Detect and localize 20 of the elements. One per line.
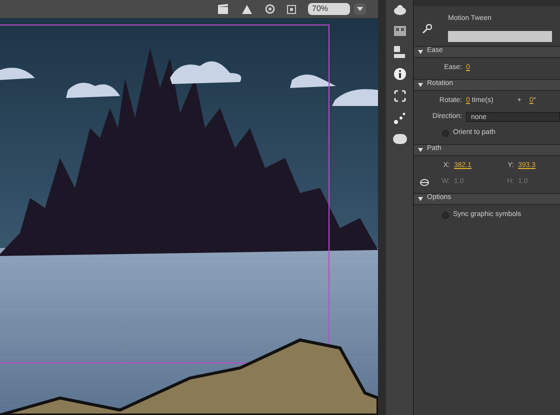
zoom-field[interactable]: 70% <box>308 3 350 15</box>
caret-icon <box>418 196 423 200</box>
motion-dots-icon[interactable] <box>394 112 406 124</box>
grid-panel-icon[interactable] <box>394 26 406 36</box>
caret-icon <box>418 148 423 152</box>
shapes-icon[interactable] <box>241 4 253 14</box>
instance-name-field[interactable] <box>448 30 552 42</box>
caret-icon <box>418 82 423 86</box>
caret-icon <box>418 50 423 54</box>
info-icon[interactable] <box>394 68 406 80</box>
pill-icon[interactable] <box>392 134 406 144</box>
checkbox[interactable] <box>442 130 449 136</box>
checkbox[interactable] <box>442 212 449 218</box>
square-icon[interactable] <box>287 4 296 14</box>
zoom-dropdown-button[interactable] <box>354 3 366 15</box>
library-icon[interactable] <box>394 46 405 58</box>
target-icon[interactable] <box>265 4 275 14</box>
transform-icon[interactable] <box>394 90 406 102</box>
caret-icon <box>357 7 363 11</box>
clapper-icon[interactable] <box>217 4 229 14</box>
